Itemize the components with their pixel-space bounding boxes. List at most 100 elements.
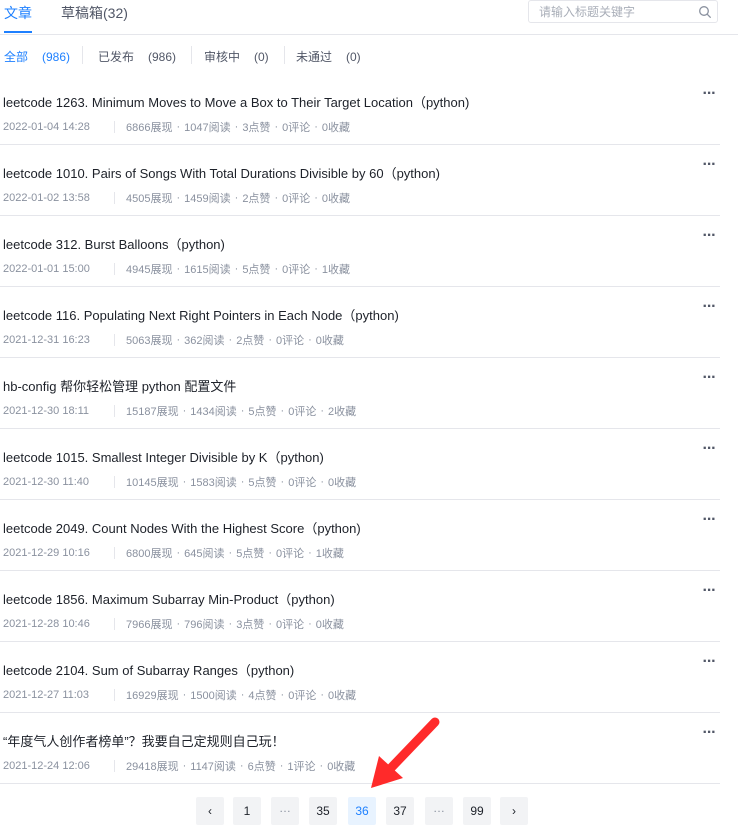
meta-dot: · <box>176 334 181 346</box>
page-button[interactable]: 99 <box>463 797 491 825</box>
more-dots-icon[interactable]: ··· <box>700 86 718 104</box>
article-views: 7966展现 <box>126 619 173 631</box>
article-meta: 2022-01-04 14:28 6866展现 · 1047阅读 · 3点赞 · 0评… <box>3 119 350 135</box>
article-reads: 1147阅读 <box>190 761 236 773</box>
article-row: leetcode 312. Burst Balloons（python) 202… <box>0 216 720 287</box>
meta-dot: · <box>182 760 187 772</box>
meta-dot: · <box>320 476 325 488</box>
article-reads: 645阅读 <box>184 548 225 560</box>
next-page-button[interactable]: › <box>500 797 528 825</box>
article-row: leetcode 1010. Pairs of Songs With Total… <box>0 145 720 216</box>
meta-divider <box>114 334 115 346</box>
meta-divider <box>114 121 115 133</box>
page-button[interactable]: 37 <box>386 797 414 825</box>
article-views: 15187展现 <box>126 406 179 418</box>
article-row: leetcode 2104. Sum of Subarray Ranges（py… <box>0 642 720 713</box>
article-title[interactable]: leetcode 116. Populating Next Right Poin… <box>3 305 399 324</box>
tab-articles[interactable]: 文章 <box>4 3 32 33</box>
article-likes: 4点赞 <box>248 690 277 702</box>
page-button[interactable]: 1 <box>233 797 261 825</box>
meta-divider <box>114 547 115 559</box>
article-reads: 1047阅读 <box>184 122 231 134</box>
more-dots-icon[interactable]: ··· <box>700 370 718 388</box>
filter-rejected[interactable]: 未通过 (0) <box>296 48 361 65</box>
article-date: 2021-12-29 10:16 <box>3 547 90 559</box>
article-date: 2021-12-30 18:11 <box>3 405 90 417</box>
article-meta: 2021-12-31 16:23 5063展现 · 362阅读 · 2点赞 · 0评论… <box>3 332 344 348</box>
article-reads: 796阅读 <box>184 619 225 631</box>
more-dots-icon[interactable]: ··· <box>700 583 718 601</box>
page-button-current[interactable]: 36 <box>348 797 376 825</box>
search-icon[interactable] <box>698 5 712 19</box>
meta-dot: · <box>176 121 181 133</box>
article-comments: 1评论 <box>287 761 316 773</box>
meta-dot: · <box>182 405 187 417</box>
article-date: 2021-12-27 11:03 <box>3 689 90 701</box>
filter-all[interactable]: 全部 (986) <box>4 48 70 65</box>
meta-dot: · <box>320 689 325 701</box>
article-row: leetcode 1856. Maximum Subarray Min-Prod… <box>0 571 720 642</box>
more-dots-icon[interactable]: ··· <box>700 157 718 175</box>
filter-reviewing[interactable]: 审核中 (0) <box>204 48 269 65</box>
article-favorites: 2收藏 <box>328 406 357 418</box>
article-reads: 1500阅读 <box>190 690 237 702</box>
meta-dot: · <box>234 192 239 204</box>
meta-dot: · <box>234 263 239 275</box>
more-dots-icon[interactable]: ··· <box>700 725 718 743</box>
search-input[interactable] <box>529 1 699 22</box>
article-title[interactable]: hb-config 帮你轻松管理 python 配置文件 <box>3 376 236 395</box>
tab-drafts[interactable]: 草稿箱(32) <box>61 3 128 23</box>
more-dots-icon[interactable]: ··· <box>700 441 718 459</box>
page-button[interactable]: 35 <box>309 797 337 825</box>
prev-page-button[interactable]: ‹ <box>196 797 224 825</box>
meta-divider <box>114 689 115 701</box>
meta-dot: · <box>274 263 279 275</box>
filter-published[interactable]: 已发布 (986) <box>98 48 176 65</box>
meta-dot: · <box>176 618 181 630</box>
article-comments: 0评论 <box>282 193 311 205</box>
divider <box>191 46 192 64</box>
article-date: 2022-01-04 14:28 <box>3 121 90 133</box>
article-favorites: 0收藏 <box>315 619 344 631</box>
article-title[interactable]: “年度气人创作者榜单”？我要自己定规则自己玩！ <box>3 731 285 750</box>
article-likes: 6点赞 <box>247 761 276 773</box>
page-ellipsis[interactable]: … <box>425 797 453 825</box>
article-meta: 2021-12-27 11:03 16929展现 · 1500阅读 · 4点赞 · 0… <box>3 687 356 703</box>
meta-dot: · <box>274 192 279 204</box>
meta-dot: · <box>308 547 312 559</box>
article-title[interactable]: leetcode 312. Burst Balloons（python) <box>3 234 225 253</box>
more-dots-icon[interactable]: ··· <box>700 228 718 246</box>
article-row: hb-config 帮你轻松管理 python 配置文件 2021-12-30 … <box>0 358 720 429</box>
article-title[interactable]: leetcode 1010. Pairs of Songs With Total… <box>3 163 440 182</box>
more-dots-icon[interactable]: ··· <box>700 654 718 672</box>
meta-dot: · <box>314 263 318 275</box>
article-meta: 2021-12-30 18:11 15187展现 · 1434阅读 · 5点赞 · 0… <box>3 403 356 419</box>
meta-dot: · <box>234 121 239 133</box>
more-dots-icon[interactable]: ··· <box>700 299 718 317</box>
article-date: 2021-12-24 12:06 <box>3 760 90 772</box>
article-list: leetcode 1263. Minimum Moves to Move a B… <box>0 74 720 784</box>
article-favorites: 0收藏 <box>328 690 357 702</box>
meta-divider <box>114 618 115 630</box>
more-dots-icon[interactable]: ··· <box>700 512 718 530</box>
divider <box>82 46 83 64</box>
article-date: 2022-01-01 15:00 <box>3 263 90 275</box>
article-likes: 5点赞 <box>236 548 265 560</box>
article-title[interactable]: leetcode 2104. Sum of Subarray Ranges（py… <box>3 660 294 679</box>
article-title[interactable]: leetcode 2049. Count Nodes With the High… <box>3 518 361 537</box>
article-row: leetcode 1263. Minimum Moves to Move a B… <box>0 74 720 145</box>
article-favorites: 0收藏 <box>327 761 356 773</box>
article-date: 2021-12-30 11:40 <box>3 476 90 488</box>
article-reads: 362阅读 <box>184 335 225 347</box>
article-views: 16929展现 <box>126 690 179 702</box>
page-ellipsis[interactable]: … <box>271 797 299 825</box>
article-title[interactable]: leetcode 1856. Maximum Subarray Min-Prod… <box>3 589 335 608</box>
article-title[interactable]: leetcode 1263. Minimum Moves to Move a B… <box>3 92 469 111</box>
meta-dot: · <box>314 121 318 133</box>
article-title[interactable]: leetcode 1015. Smallest Integer Divisibl… <box>3 447 324 466</box>
article-row: leetcode 116. Populating Next Right Poin… <box>0 287 720 358</box>
article-likes: 5点赞 <box>242 264 271 276</box>
article-reads: 1434阅读 <box>190 406 237 418</box>
meta-dot: · <box>314 192 318 204</box>
meta-dot: · <box>268 547 272 559</box>
